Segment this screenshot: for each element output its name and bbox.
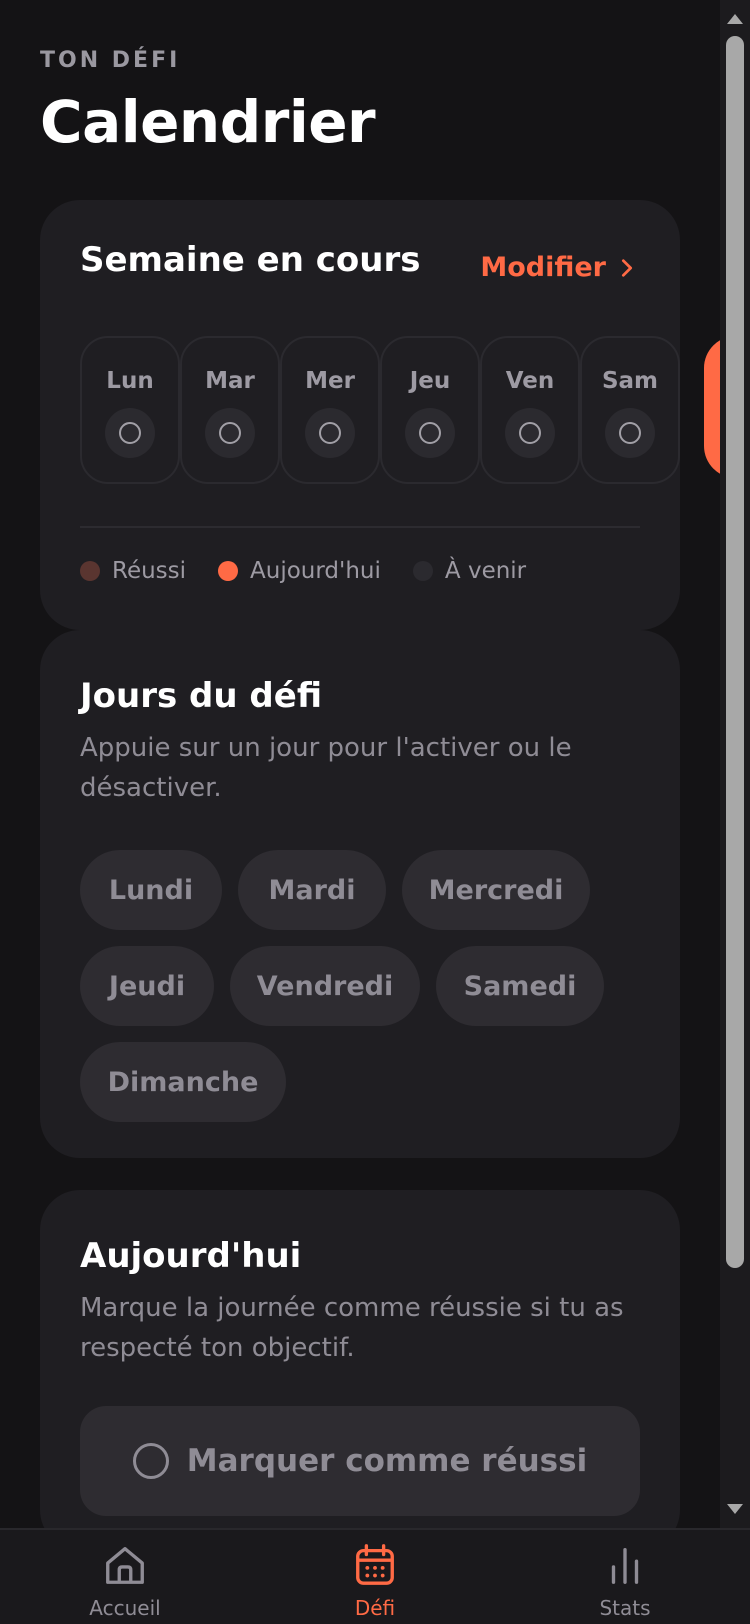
circle-icon [319,422,341,444]
mark-success-label: Marquer comme réussi [186,1443,588,1479]
screen-viewport: TON DÉFI Calendrier Semaine en cours Mod… [0,0,720,1528]
challenge-days-card: Jours du défi Appuie sur un jour pour l'… [40,630,680,1158]
day-tile-label: Mer [305,368,355,394]
day-status-dot [605,408,655,458]
bottom-tab-bar: Accueil Défi Stats [0,1528,750,1624]
vertical-scrollbar[interactable] [720,0,750,1528]
day-tile-lun[interactable]: Lun [80,336,180,484]
circle-icon [219,422,241,444]
scrollbar-thumb[interactable] [726,36,744,1268]
legend-dot-upcoming [412,561,433,581]
legend-label: Aujourd'hui [250,558,381,584]
page-title: Calendrier [40,88,376,156]
current-week-title: Semaine en cours [80,240,421,280]
day-tile-label: Mar [205,368,255,394]
day-chip-jeudi[interactable]: Jeudi [80,946,214,1026]
tab-label: Stats [599,1596,651,1620]
tab-label: Accueil [89,1596,161,1620]
day-chip-vendredi[interactable]: Vendredi [230,946,420,1026]
circle-icon [132,1443,169,1479]
day-tile-mar[interactable]: Mar [180,336,280,484]
today-card: Aujourd'hui Marque la journée comme réus… [40,1190,680,1528]
tab-stats[interactable]: Stats [525,1542,725,1620]
mark-success-button[interactable]: Marquer comme réussi [80,1406,640,1516]
day-chip-lundi[interactable]: Lundi [80,850,222,930]
day-status-dot [505,408,555,458]
day-status-dot [305,408,355,458]
calendar-icon [356,1544,394,1585]
week-legend: Réussi Aujourd'hui À venir [80,558,526,584]
legend-dot-success [80,561,100,581]
today-title: Aujourd'hui [80,1236,302,1276]
chevron-right-icon [621,258,633,277]
day-status-dot [205,408,255,458]
day-status-dot [405,408,455,458]
circle-icon [519,422,541,444]
week-strip: Lun Mar Mer Jeu Ven Sam [80,336,720,484]
today-subtitle: Marque la journée comme réussie si tu as… [80,1293,624,1363]
tab-defi[interactable]: Défi [275,1542,475,1620]
day-chip-dimanche[interactable]: Dimanche [80,1042,286,1122]
legend-label: À venir [444,558,527,584]
circle-icon [619,422,641,444]
day-tile-label: Lun [106,368,154,394]
day-chip-samedi[interactable]: Samedi [436,946,604,1026]
day-tile-label: Sam [601,368,659,394]
challenge-days-subtitle: Appuie sur un jour pour l'activer ou le … [80,733,572,803]
day-chip-mercredi[interactable]: Mercredi [402,850,590,930]
tab-accueil[interactable]: Accueil [25,1542,225,1620]
edit-week-link[interactable]: Modifier [480,252,638,283]
divider [80,526,640,528]
legend-item-upcoming: À venir [412,558,527,584]
day-tile-ven[interactable]: Ven [480,336,580,484]
home-icon [106,1547,144,1584]
day-chip-mardi[interactable]: Mardi [238,850,386,930]
edit-week-label: Modifier [480,252,606,283]
day-tile-jeu[interactable]: Jeu [380,336,480,484]
tab-label: Défi [354,1596,396,1620]
day-tile-mer[interactable]: Mer [280,336,380,484]
challenge-days-title: Jours du défi [80,676,323,716]
legend-dot-today [218,561,239,581]
legend-item-today: Aujourd'hui [218,558,381,584]
day-tile-label: Ven [505,368,555,394]
scroll-down-arrow-icon[interactable] [727,1504,743,1514]
day-tile-sam[interactable]: Sam [580,336,680,484]
circle-icon [119,422,141,444]
day-tile-label: Jeu [409,368,451,394]
scroll-up-arrow-icon[interactable] [727,14,743,24]
legend-item-success: Réussi [80,558,186,584]
bar-chart-icon [611,1547,639,1584]
page-eyebrow: TON DÉFI [40,48,181,73]
day-status-dot [105,408,155,458]
day-tile-today-peek[interactable] [704,336,720,478]
legend-label: Réussi [112,558,187,584]
current-week-card: Semaine en cours Modifier Lun Mar Mer Je… [40,200,720,630]
circle-icon [419,422,441,444]
